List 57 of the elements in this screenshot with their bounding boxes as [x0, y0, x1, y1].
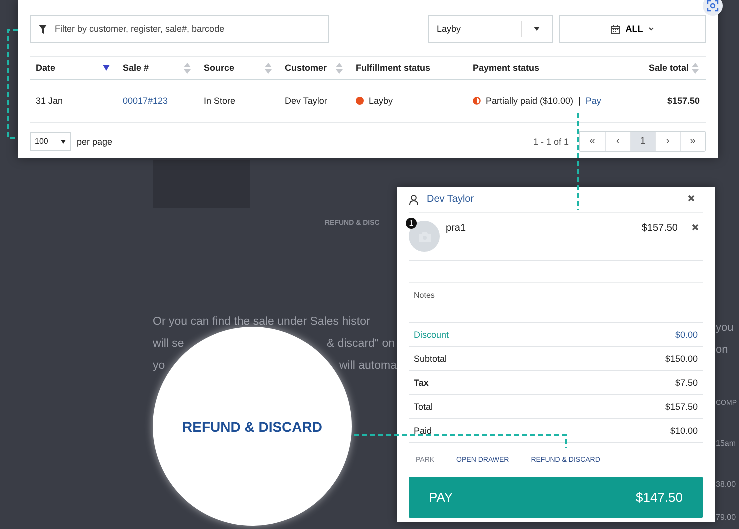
chevron-down-icon [649, 27, 654, 31]
sale-link[interactable]: 00017#123 [123, 96, 168, 106]
paragraph-text: will se [153, 337, 184, 351]
quantity-badge: 1 [406, 218, 417, 229]
separator-text: | [578, 96, 581, 106]
status-dropdown[interactable]: Layby [428, 15, 553, 43]
table-cell: $157.50 [626, 80, 706, 123]
per-page-label: per page [77, 136, 113, 146]
background-text: you [716, 322, 734, 334]
background-text: 38.00 [716, 480, 736, 489]
column-header[interactable]: Date [30, 56, 117, 80]
screenshot-icon[interactable] [703, 0, 723, 16]
page-range-text: 1 - 1 of 1 [533, 136, 569, 146]
column-header: Fulfillment status [350, 56, 467, 80]
status-text: Layby [369, 96, 394, 106]
date-filter-button[interactable]: ALL [559, 15, 706, 43]
column-header[interactable]: Customer [279, 56, 350, 80]
product-price: $157.50 [642, 222, 678, 236]
total-label: Tax [414, 378, 429, 388]
paragraph-text: Or you can find the sale under Sales histor [153, 315, 370, 329]
payment-status-text: Partially paid ($10.00) [486, 96, 574, 106]
column-header: Payment status [467, 56, 626, 80]
total-value: $157.50 [665, 402, 698, 412]
background-text: 79.00 [716, 513, 736, 522]
total-label: Subtotal [414, 354, 448, 364]
total-label: Paid [414, 426, 432, 436]
customer-name[interactable]: Dev Taylor [427, 194, 680, 205]
total-value: $7.50 [675, 378, 698, 388]
paragraph-text: yo [153, 359, 166, 373]
caret-icon [534, 27, 540, 31]
column-header[interactable]: Sale # [117, 56, 198, 80]
table-cell: In Store [198, 80, 279, 123]
notes-label[interactable]: Notes [414, 291, 435, 300]
sort-descending-icon[interactable] [103, 65, 110, 71]
page-button[interactable]: » [680, 132, 705, 151]
caret-icon [61, 140, 66, 144]
half-circle-icon [473, 97, 481, 105]
total-label: Total [414, 402, 434, 412]
background-text: on [716, 344, 728, 356]
paragraph-text: & discard" on [326, 337, 395, 351]
total-value: $150.00 [665, 354, 698, 364]
filter-icon [39, 24, 47, 34]
total-value: $10.00 [670, 426, 698, 436]
page-button[interactable]: 1 [630, 132, 655, 151]
column-header[interactable]: Source [198, 56, 279, 80]
calendar-icon [610, 24, 620, 34]
background-text: 15am [716, 439, 736, 448]
total-value: $0.00 [675, 330, 698, 340]
page-size-select[interactable]: 100 [30, 132, 71, 151]
table-cell: Dev Taylor [279, 80, 350, 123]
product-name: pra1 [446, 222, 468, 236]
table-cell: 31 Jan [30, 80, 117, 123]
filter-field[interactable]: Filter by customer, register, sale#, barcode [30, 15, 329, 43]
pay-link[interactable]: Pay [586, 96, 602, 106]
paragraph-text: will automa [339, 359, 397, 373]
column-header[interactable]: Sale total [626, 56, 706, 80]
person-icon [409, 194, 419, 204]
